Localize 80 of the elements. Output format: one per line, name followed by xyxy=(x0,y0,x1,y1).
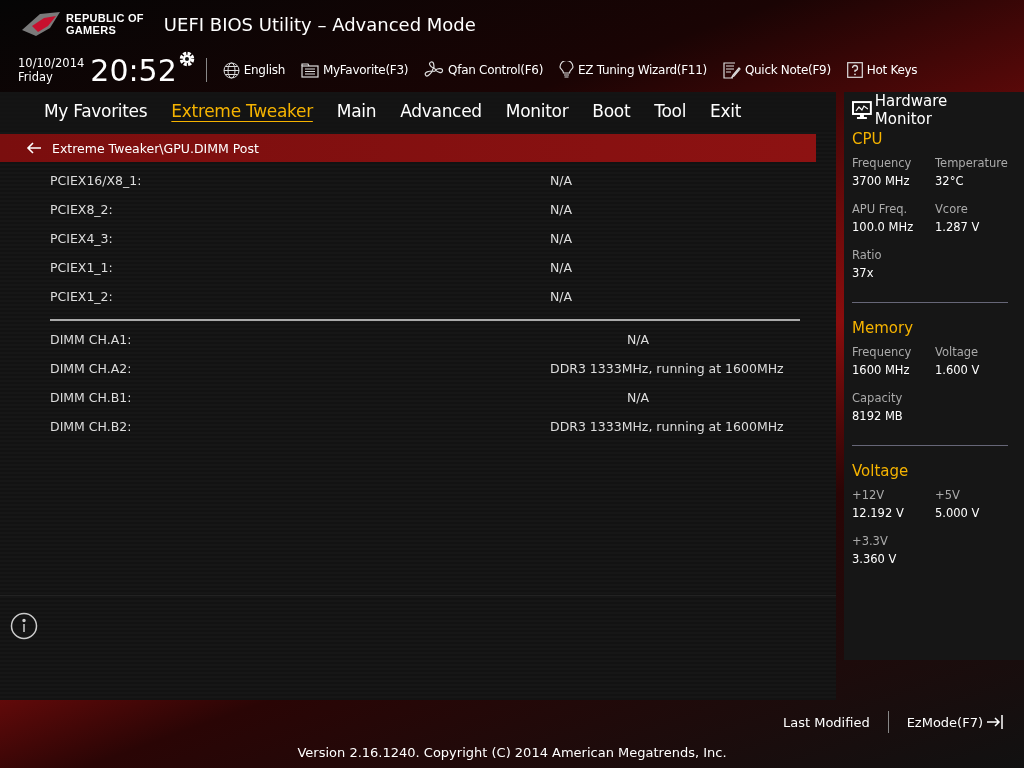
setting-value: DDR3 1333MHz, running at 1600MHz xyxy=(550,361,784,376)
toolbar-button[interactable]: English xyxy=(214,61,293,79)
setting-value: N/A xyxy=(550,260,573,275)
setting-value: DDR3 1333MHz, running at 1600MHz xyxy=(550,419,784,434)
menu-tab[interactable]: My Favorites xyxy=(34,101,158,121)
setting-label: DIMM CH.A2: xyxy=(50,361,133,376)
setting-value: N/A xyxy=(550,173,573,188)
sensor-value: 8192 MB xyxy=(852,409,904,423)
sensor-label: Vcore xyxy=(935,202,969,216)
fan-icon xyxy=(424,61,445,79)
note-pencil-icon xyxy=(722,61,741,79)
setting-label: DIMM CH.B1: xyxy=(50,390,133,405)
setting-label: PCIEX1_2: xyxy=(50,289,114,304)
globe-icon xyxy=(222,61,240,79)
setting-label: DIMM CH.A1: xyxy=(50,332,133,347)
monitor-icon xyxy=(852,100,872,120)
breadcrumb-text: Extreme Tweaker\GPU.DIMM Post xyxy=(52,140,259,156)
eye-logo-icon xyxy=(20,10,62,38)
setting-label: PCIEX4_3: xyxy=(50,231,114,246)
menu-tab[interactable]: Monitor xyxy=(495,101,579,121)
toolbar-button[interactable]: Qfan Control(F6) xyxy=(416,61,552,79)
sensor-value: 12.192 V xyxy=(852,506,905,520)
sensor-value: 32°C xyxy=(935,174,965,188)
section-title: Memory xyxy=(852,319,914,337)
menu-tab[interactable]: Extreme Tweaker xyxy=(161,101,323,121)
setting-label: PCIEX1_1: xyxy=(50,260,114,275)
sensor-label: Frequency xyxy=(852,345,913,359)
help-icon xyxy=(846,62,863,78)
sensor-label: APU Freq. xyxy=(852,202,909,216)
sensor-label: +12V xyxy=(852,488,886,502)
menu-tab[interactable]: Exit xyxy=(700,101,752,121)
copyright-text: Version 2.16.1240. Copyright (C) 2014 American Megatrends, Inc. xyxy=(297,745,727,760)
toolbar-button[interactable]: Quick Note(F9) xyxy=(714,61,839,79)
clock-time: 20:52 xyxy=(90,52,177,88)
sensor-value: 1.600 V xyxy=(935,363,981,377)
logo-text: GAMERS xyxy=(66,24,118,36)
menu-tab[interactable]: Main xyxy=(326,101,387,121)
setting-label: PCIEX16/X8_1: xyxy=(50,173,143,188)
exit-arrow-icon xyxy=(986,714,1004,730)
logo-text: REPUBLIC OF xyxy=(66,12,144,24)
window-title: UEFI BIOS Utility – Advanced Mode xyxy=(163,13,476,35)
sensor-value: 5.000 V xyxy=(935,506,981,520)
last-modified-button[interactable]: Last Modified xyxy=(772,714,880,730)
setting-value: N/A xyxy=(626,390,650,405)
setting-value: N/A xyxy=(626,332,650,347)
toolbar-button[interactable]: EZ Tuning Wizard(F11) xyxy=(551,61,715,79)
menu-tab[interactable]: Boot xyxy=(582,101,641,121)
sensor-label: Capacity xyxy=(852,391,904,405)
setting-value: N/A xyxy=(550,289,573,304)
sensor-label: +5V xyxy=(935,488,961,502)
setting-value: N/A xyxy=(550,202,573,217)
date-text: 10/10/2014 xyxy=(18,56,85,70)
sensor-label: Temperature xyxy=(935,156,1008,170)
ez-mode-button[interactable]: EzMode(F7) xyxy=(896,714,1014,730)
menu-tab[interactable]: Tool xyxy=(644,101,697,121)
sensor-value: 3700 MHz xyxy=(852,174,911,188)
sensor-value: 37x xyxy=(852,266,875,280)
settings-icon[interactable] xyxy=(177,50,196,68)
sensor-label: Voltage xyxy=(935,345,980,359)
sensor-label: Ratio xyxy=(852,248,883,262)
setting-label: PCIEX8_2: xyxy=(50,202,114,217)
section-title: Voltage xyxy=(852,462,910,480)
back-arrow-icon[interactable] xyxy=(26,142,42,154)
list-icon xyxy=(301,62,319,78)
panel-title: Hardware Monitor xyxy=(874,92,949,128)
setting-value: N/A xyxy=(550,231,573,246)
toolbar-button[interactable]: Hot Keys xyxy=(838,62,926,78)
menu-tab[interactable]: Advanced xyxy=(390,101,492,121)
sensor-value: 3.360 V xyxy=(852,552,898,566)
sensor-label: Frequency xyxy=(852,156,913,170)
day-text: Friday xyxy=(18,70,54,84)
sensor-value: 1600 MHz xyxy=(852,363,911,377)
sensor-value: 100.0 MHz xyxy=(852,220,915,234)
sensor-value: 1.287 V xyxy=(935,220,981,234)
sensor-label: +3.3V xyxy=(852,534,889,548)
toolbar-button[interactable]: MyFavorite(F3) xyxy=(293,62,417,78)
info-icon xyxy=(10,612,38,640)
lightbulb-icon xyxy=(559,61,575,79)
setting-label: DIMM CH.B2: xyxy=(50,419,133,434)
section-title: CPU xyxy=(852,130,884,148)
